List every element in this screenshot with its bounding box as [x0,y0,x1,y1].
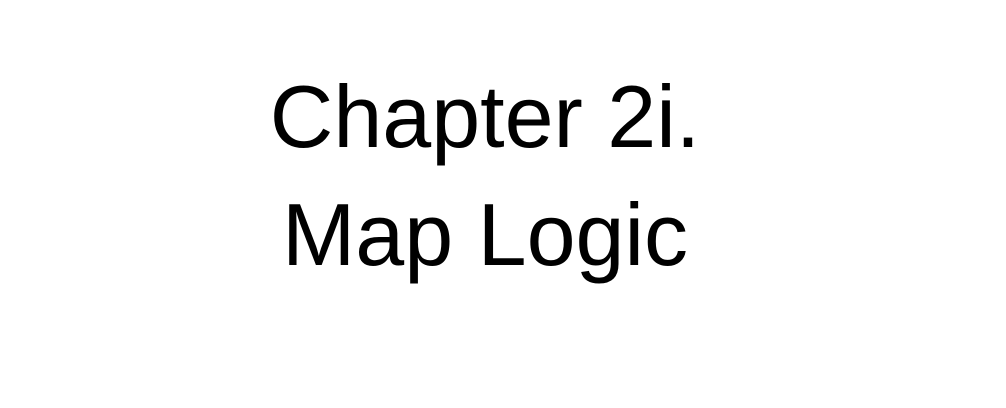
slide-title: Chapter 2i. Map Logic [0,58,970,294]
title-line-chapter: Chapter 2i. [269,67,701,166]
slide: Chapter 2i. Map Logic [0,0,1006,408]
title-line-topic: Map Logic [281,185,688,284]
